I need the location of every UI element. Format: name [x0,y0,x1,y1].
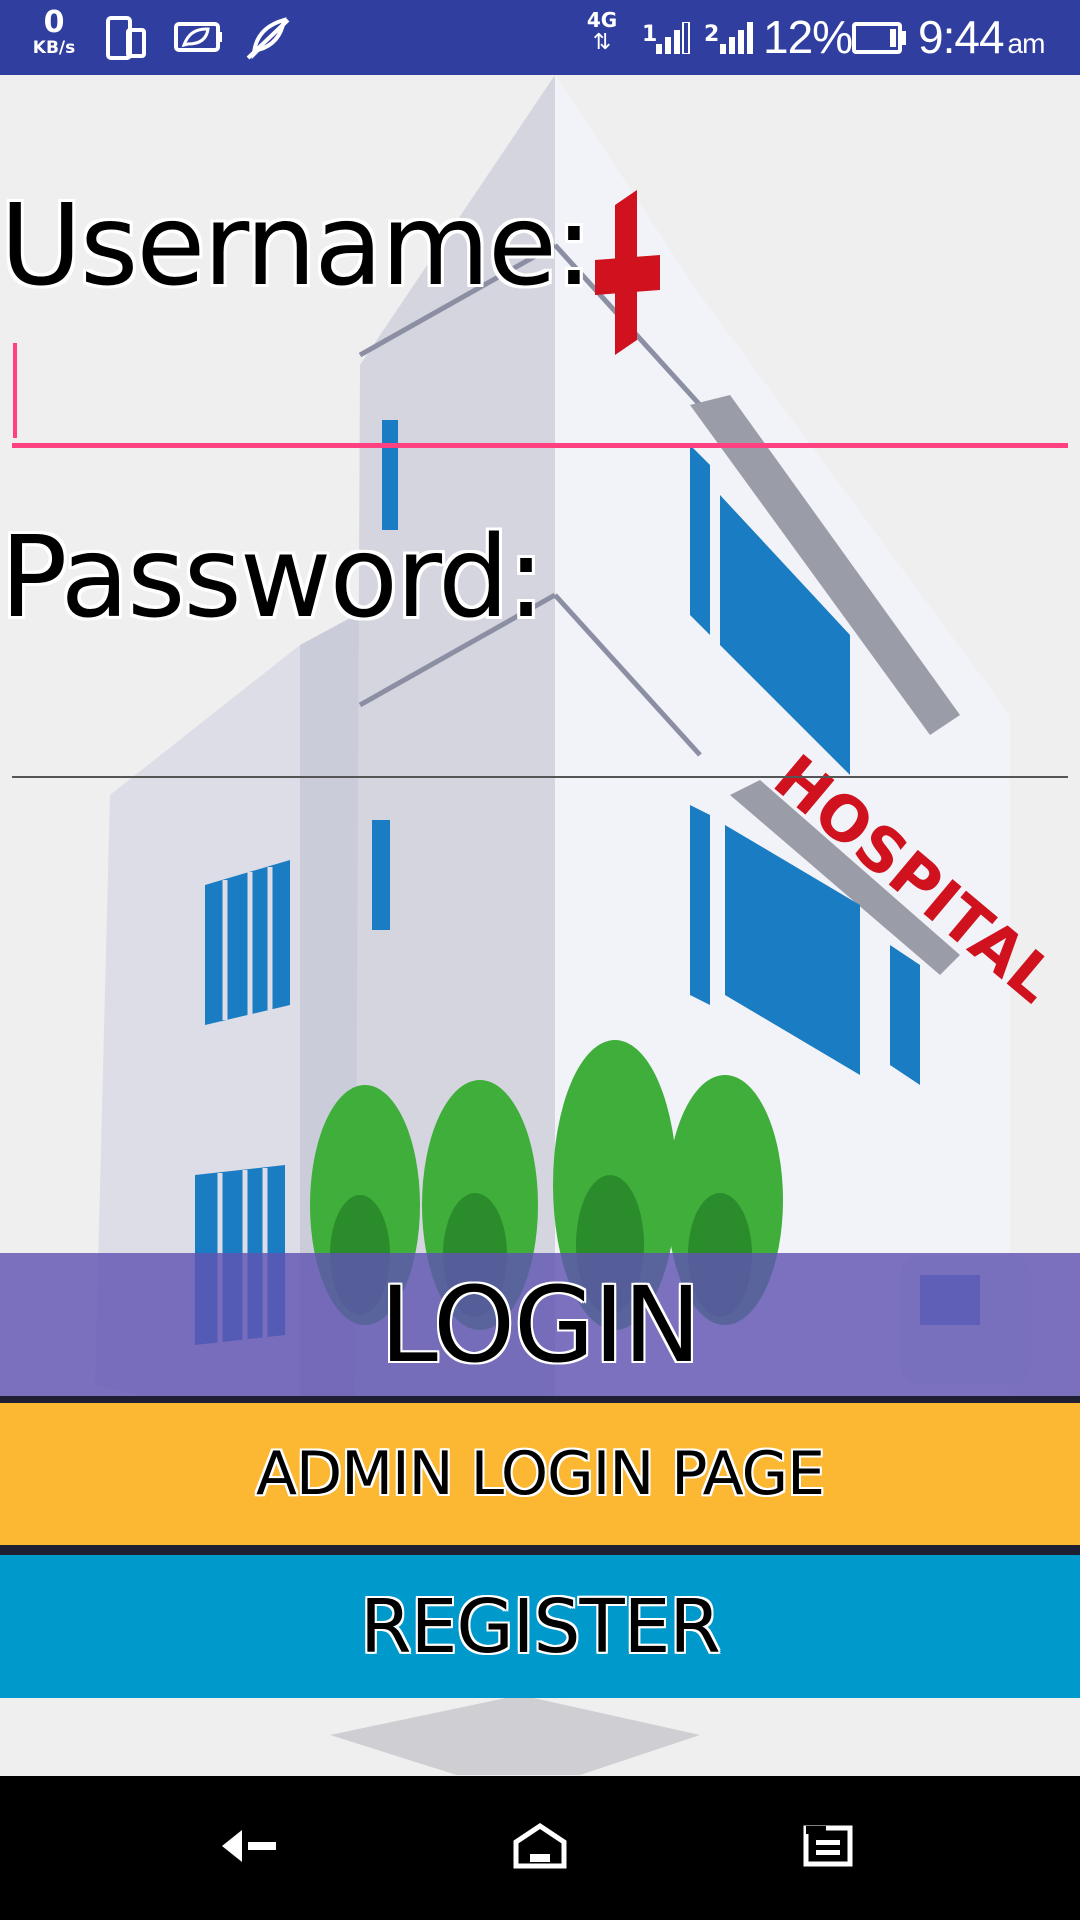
status-bar: 0 KB/s 4G ⇅ 1 2 12% 9:44 am [0,0,1080,75]
network-speed-unit: KB/s [32,38,76,58]
back-icon [220,1826,280,1870]
signal-sim1-icon [656,21,690,58]
clock-time: 9:44 [918,11,1005,63]
leaf-power-saver-icon [172,20,224,58]
button-divider [0,1396,1080,1403]
battery-icon [852,22,908,58]
login-button[interactable]: LOGIN [0,1253,1080,1396]
feather-muted-icon [244,14,292,64]
signal-sim2-icon [720,22,754,58]
home-button[interactable] [440,1776,640,1920]
admin-login-button[interactable]: ADMIN LOGIN PAGE [0,1403,1080,1545]
clock-ampm: am [1007,28,1046,59]
network-activity-icon: ⇅ [592,30,612,55]
text-cursor [13,343,17,438]
recents-button[interactable] [728,1776,928,1920]
sim2-label: 2 [704,22,720,47]
button-divider [0,1545,1080,1555]
device-rotate-icon [106,16,146,64]
network-type-label: 4G [586,8,618,32]
network-speed-value: 0 [43,5,65,40]
network-type: 4G ⇅ [580,10,624,54]
back-button[interactable] [150,1776,350,1920]
password-input[interactable] [12,660,1068,778]
password-label: Password: [0,513,545,643]
recents-icon [802,1824,854,1872]
register-button[interactable]: REGISTER [0,1555,1080,1698]
clock: 9:44 am [918,10,1046,64]
network-speed: 0 KB/s [26,8,82,57]
username-input[interactable] [12,330,1068,448]
home-icon [512,1822,568,1874]
navigation-bar [0,1776,1080,1920]
battery-percent: 12% [763,11,853,63]
username-label: Username: [0,181,593,311]
